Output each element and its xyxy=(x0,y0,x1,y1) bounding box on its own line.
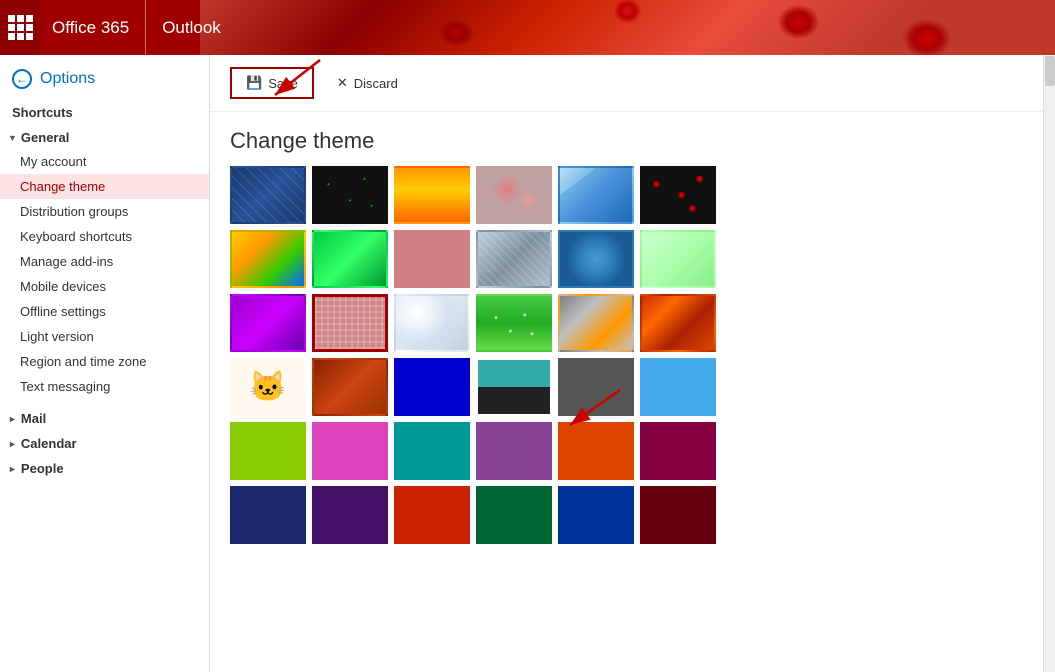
calendar-group-header[interactable]: ► Calendar xyxy=(0,430,209,455)
theme-swatch-dark-purple[interactable] xyxy=(312,486,388,544)
theme-swatch-17[interactable] xyxy=(558,294,634,352)
office365-label: Office 365 xyxy=(40,0,146,55)
triangle-icon: ▼ xyxy=(8,133,17,143)
sidebar-item-offline-settings[interactable]: Offline settings xyxy=(0,299,209,324)
sidebar-item-region-and-time-zone[interactable]: Region and time zone xyxy=(0,349,209,374)
content-area: 💾 Save ✕ Discard Change theme xyxy=(210,55,1043,672)
mail-label: Mail xyxy=(21,411,46,426)
general-group-header[interactable]: ▼ General xyxy=(0,124,209,149)
sidebar: ← Options Shortcuts ▼ General My account… xyxy=(0,55,210,672)
theme-swatch-navy[interactable] xyxy=(230,486,306,544)
theme-swatch-teal[interactable] xyxy=(394,422,470,480)
theme-swatch-11[interactable] xyxy=(558,230,634,288)
sidebar-item-change-theme[interactable]: Change theme xyxy=(0,174,209,199)
save-icon: 💾 xyxy=(246,75,262,91)
theme-swatch-1[interactable] xyxy=(230,166,306,224)
sidebar-item-light-version[interactable]: Light version xyxy=(0,324,209,349)
outlook-label: Outlook xyxy=(146,18,237,38)
triangle-icon-calendar: ► xyxy=(8,439,17,449)
save-button[interactable]: 💾 Save xyxy=(230,67,314,99)
theme-swatch-orange[interactable] xyxy=(558,422,634,480)
discard-icon: ✕ xyxy=(337,75,348,91)
save-label: Save xyxy=(268,76,298,91)
theme-swatch-lime[interactable] xyxy=(230,422,306,480)
options-label: Options xyxy=(40,70,95,88)
topbar: Office 365 Outlook xyxy=(0,0,1055,55)
theme-swatch-9[interactable] xyxy=(394,230,470,288)
scrollbar-thumb[interactable] xyxy=(1045,56,1055,86)
sidebar-item-keyboard-shortcuts[interactable]: Keyboard shortcuts xyxy=(0,224,209,249)
discard-button[interactable]: ✕ Discard xyxy=(322,68,413,98)
back-arrow-icon: ← xyxy=(12,69,32,89)
theme-swatch-purple[interactable] xyxy=(476,422,552,480)
sidebar-item-text-messaging[interactable]: Text messaging xyxy=(0,374,209,399)
mail-group-header[interactable]: ► Mail xyxy=(0,405,209,430)
sidebar-item-manage-add-ins[interactable]: Manage add-ins xyxy=(0,249,209,274)
theme-grid xyxy=(210,166,1043,564)
theme-swatch-gray[interactable] xyxy=(558,358,634,416)
theme-swatch-crimson[interactable] xyxy=(394,486,470,544)
calendar-label: Calendar xyxy=(21,436,77,451)
theme-swatch-pink[interactable] xyxy=(312,422,388,480)
theme-swatch-6[interactable] xyxy=(640,166,716,224)
theme-swatch-cat[interactable] xyxy=(230,358,306,416)
theme-swatch-lightblue[interactable] xyxy=(640,358,716,416)
triangle-icon-mail: ► xyxy=(8,414,17,424)
sidebar-item-my-account[interactable]: My account xyxy=(0,149,209,174)
sidebar-item-distribution-groups[interactable]: Distribution groups xyxy=(0,199,209,224)
theme-swatch-4[interactable] xyxy=(476,166,552,224)
theme-swatch-red-stripe[interactable] xyxy=(312,358,388,416)
theme-swatch-7[interactable] xyxy=(230,230,306,288)
theme-swatch-teal-black[interactable] xyxy=(476,358,552,416)
theme-swatch-18[interactable] xyxy=(640,294,716,352)
theme-swatch-12[interactable] xyxy=(640,230,716,288)
general-label: General xyxy=(21,130,69,145)
theme-swatch-15[interactable] xyxy=(394,294,470,352)
sidebar-item-mobile-devices[interactable]: Mobile devices xyxy=(0,274,209,299)
theme-swatch-3[interactable] xyxy=(394,166,470,224)
people-group-header[interactable]: ► People xyxy=(0,455,209,480)
triangle-icon-people: ► xyxy=(8,464,17,474)
theme-swatch-14[interactable] xyxy=(312,294,388,352)
theme-swatch-13[interactable] xyxy=(230,294,306,352)
theme-swatch-8[interactable] xyxy=(312,230,388,288)
theme-swatch-dark-green[interactable] xyxy=(476,486,552,544)
shortcuts-section: Shortcuts xyxy=(0,99,209,124)
main-layout: ← Options Shortcuts ▼ General My account… xyxy=(0,55,1055,672)
theme-swatch-dark-blue[interactable] xyxy=(558,486,634,544)
scrollbar-track[interactable] xyxy=(1043,55,1055,672)
people-label: People xyxy=(21,461,64,476)
toolbar: 💾 Save ✕ Discard xyxy=(210,55,1043,112)
page-title: Change theme xyxy=(210,112,1043,166)
theme-swatch-16[interactable] xyxy=(476,294,552,352)
options-header[interactable]: ← Options xyxy=(0,55,209,99)
waffle-menu-icon[interactable] xyxy=(0,0,40,55)
discard-label: Discard xyxy=(354,76,398,91)
theme-swatch-10[interactable] xyxy=(476,230,552,288)
theme-swatch-2[interactable] xyxy=(312,166,388,224)
theme-swatch-dark-red[interactable] xyxy=(640,422,716,480)
theme-swatch-blue[interactable] xyxy=(394,358,470,416)
theme-swatch-maroon[interactable] xyxy=(640,486,716,544)
theme-swatch-5[interactable] xyxy=(558,166,634,224)
